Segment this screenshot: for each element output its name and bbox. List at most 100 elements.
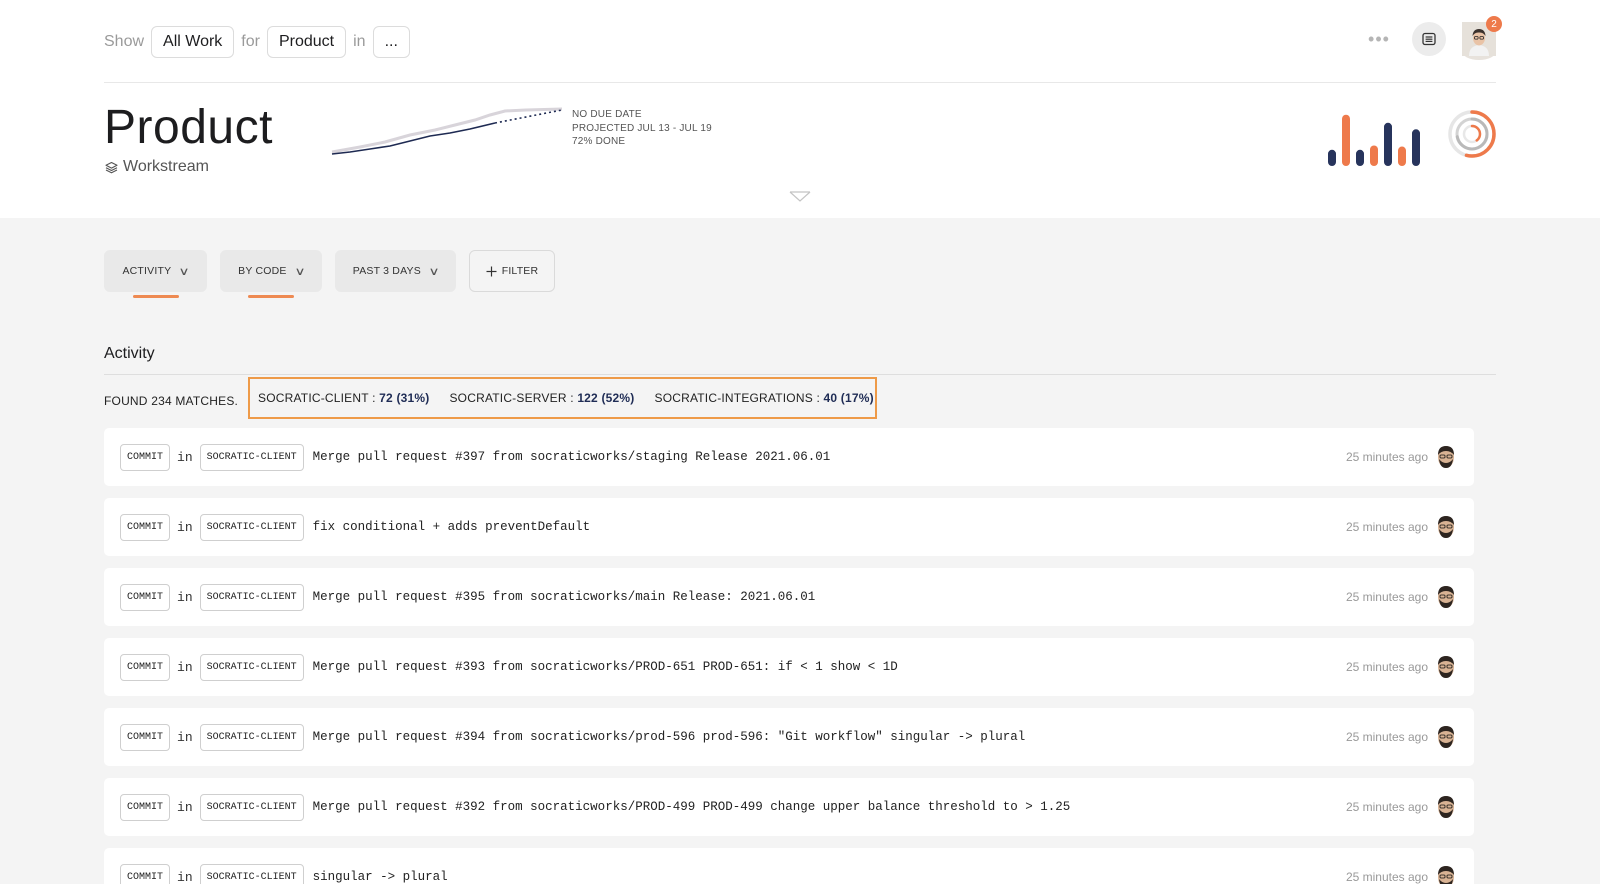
header-divider: [104, 82, 1496, 83]
commit-message[interactable]: Merge pull request #397 from socraticwor…: [313, 450, 831, 464]
repo-tag[interactable]: SOCRATIC-CLIENT: [199, 583, 304, 611]
timestamp: 25 minutes ago: [1345, 870, 1428, 884]
timestamp: 25 minutes ago: [1345, 520, 1428, 534]
context-dropdown[interactable]: ...: [372, 26, 410, 58]
in-text: in: [177, 449, 193, 465]
add-filter-button[interactable]: FILTER: [469, 250, 555, 292]
activity-row[interactable]: COMMIT in SOCRATIC-CLIENT fix conditiona…: [104, 498, 1474, 556]
activity-bar-chart: [1328, 114, 1420, 166]
in-text: in: [177, 799, 193, 815]
user-menu[interactable]: 2: [1462, 16, 1502, 60]
due-date-text: NO DUE DATE: [572, 109, 642, 120]
commit-message[interactable]: fix conditional + adds preventDefault: [313, 520, 591, 534]
timestamp: 25 minutes ago: [1345, 450, 1428, 464]
event-type-tag[interactable]: COMMIT: [120, 513, 171, 541]
timestamp: 25 minutes ago: [1345, 660, 1428, 674]
activity-filter-button[interactable]: ACTIVITY ∨: [104, 250, 207, 298]
author-avatar: [1438, 656, 1454, 678]
repo-tag[interactable]: SOCRATIC-CLIENT: [199, 513, 304, 541]
time-range-filter-button[interactable]: PAST 3 DAYS ∨: [335, 250, 456, 292]
event-type-tag[interactable]: COMMIT: [120, 863, 171, 884]
active-underline: [132, 295, 179, 298]
expand-chevron-icon[interactable]: [789, 191, 811, 203]
commit-message[interactable]: Merge pull request #393 from socraticwor…: [313, 660, 898, 674]
list-icon: [1422, 32, 1436, 46]
activity-row[interactable]: COMMIT in SOCRATIC-CLIENT Merge pull req…: [104, 778, 1474, 836]
event-type-tag[interactable]: COMMIT: [120, 793, 171, 821]
repo-name: SOCRATIC-SERVER :: [449, 391, 578, 405]
workstream-label: Workstream: [105, 158, 209, 176]
activity-row[interactable]: COMMIT in SOCRATIC-CLIENT Merge pull req…: [104, 568, 1474, 626]
activity-bar: [1384, 122, 1392, 166]
repo-tag[interactable]: SOCRATIC-CLIENT: [199, 723, 304, 751]
section-divider: [104, 374, 1496, 375]
commit-message[interactable]: Merge pull request #395 from socraticwor…: [313, 590, 816, 604]
work-dropdown[interactable]: All Work: [151, 26, 235, 58]
event-type-tag[interactable]: COMMIT: [120, 583, 171, 611]
commit-message[interactable]: Merge pull request #394 from socraticwor…: [313, 730, 1026, 744]
activity-heading: Activity: [104, 345, 155, 362]
author-avatar: [1438, 516, 1454, 538]
repo-stat[interactable]: SOCRATIC-INTEGRATIONS : 40 (17%): [654, 391, 873, 405]
activity-row[interactable]: COMMIT in SOCRATIC-CLIENT Merge pull req…: [104, 708, 1474, 766]
activity-bar: [1356, 149, 1364, 166]
author-avatar: [1438, 446, 1454, 468]
activity-bar: [1342, 114, 1350, 166]
product-dropdown[interactable]: Product: [266, 26, 347, 58]
author-avatar: [1438, 796, 1454, 818]
activity-bar: [1398, 146, 1406, 166]
show-label: Show: [104, 33, 145, 50]
activity-row[interactable]: COMMIT in SOCRATIC-CLIENT Merge pull req…: [104, 428, 1474, 486]
repo-count: 122 (52%): [577, 391, 635, 405]
scope-selector: Show All Work for Product in ...: [104, 26, 410, 58]
repo-tag[interactable]: SOCRATIC-CLIENT: [199, 863, 304, 884]
activity-bar: [1370, 145, 1378, 166]
repo-stat[interactable]: SOCRATIC-CLIENT : 72 (31%): [258, 391, 429, 405]
match-count: FOUND 234 MATCHES.: [104, 394, 239, 408]
in-text: in: [177, 659, 193, 675]
timestamp: 25 minutes ago: [1345, 800, 1428, 814]
repo-tag[interactable]: SOCRATIC-CLIENT: [199, 653, 304, 681]
add-filter-label: FILTER: [501, 265, 539, 277]
repo-breakdown: SOCRATIC-CLIENT : 72 (31%) SOCRATIC-SERV…: [248, 377, 877, 419]
repo-name: SOCRATIC-CLIENT :: [258, 391, 380, 405]
more-options-icon[interactable]: •••: [1362, 29, 1396, 50]
notification-badge: 2: [1486, 16, 1502, 32]
in-label: in: [353, 33, 366, 50]
event-type-tag[interactable]: COMMIT: [120, 723, 171, 751]
activity-filter-label: ACTIVITY: [122, 265, 172, 277]
author-avatar: [1438, 586, 1454, 608]
avatar: [1462, 22, 1496, 60]
repo-stat[interactable]: SOCRATIC-SERVER : 122 (52%): [449, 391, 634, 405]
due-info: NO DUE DATE PROJECTED JUL 13 - JUL 19 72…: [572, 108, 712, 149]
event-type-tag[interactable]: COMMIT: [120, 443, 171, 471]
chevron-down-icon: ∨: [293, 265, 306, 278]
page-title: Product: [104, 101, 273, 154]
notes-button[interactable]: [1412, 22, 1446, 56]
projected-text: PROJECTED JUL 13 - JUL 19: [572, 122, 712, 134]
activity-row[interactable]: COMMIT in SOCRATIC-CLIENT Merge pull req…: [104, 638, 1474, 696]
layers-icon: [105, 161, 118, 173]
repo-tag[interactable]: SOCRATIC-CLIENT: [199, 793, 304, 821]
repo-count: 40 (17%): [823, 391, 874, 405]
done-text: 72% DONE: [572, 136, 626, 147]
by-code-filter-button[interactable]: BY CODE ∨: [220, 250, 322, 298]
active-underline: [248, 295, 294, 298]
commit-message[interactable]: singular -> plural: [313, 870, 448, 884]
in-text: in: [177, 519, 193, 535]
time-range-filter-label: PAST 3 DAYS: [352, 265, 421, 277]
by-code-filter-label: BY CODE: [238, 265, 287, 277]
header-actions: ••• 2: [1362, 16, 1502, 60]
in-text: in: [177, 589, 193, 605]
plus-icon: [486, 266, 497, 276]
workstream-text: Workstream: [123, 158, 209, 175]
commit-message[interactable]: Merge pull request #392 from socraticwor…: [313, 800, 1071, 814]
repo-count: 72 (31%): [379, 391, 430, 405]
event-type-tag[interactable]: COMMIT: [120, 653, 171, 681]
repo-tag[interactable]: SOCRATIC-CLIENT: [199, 443, 304, 471]
activity-bar: [1412, 129, 1420, 166]
activity-row[interactable]: COMMIT in SOCRATIC-CLIENT singular -> pl…: [104, 848, 1474, 884]
chevron-down-icon: ∨: [428, 265, 440, 278]
in-text: in: [177, 869, 193, 884]
for-label: for: [241, 33, 260, 50]
